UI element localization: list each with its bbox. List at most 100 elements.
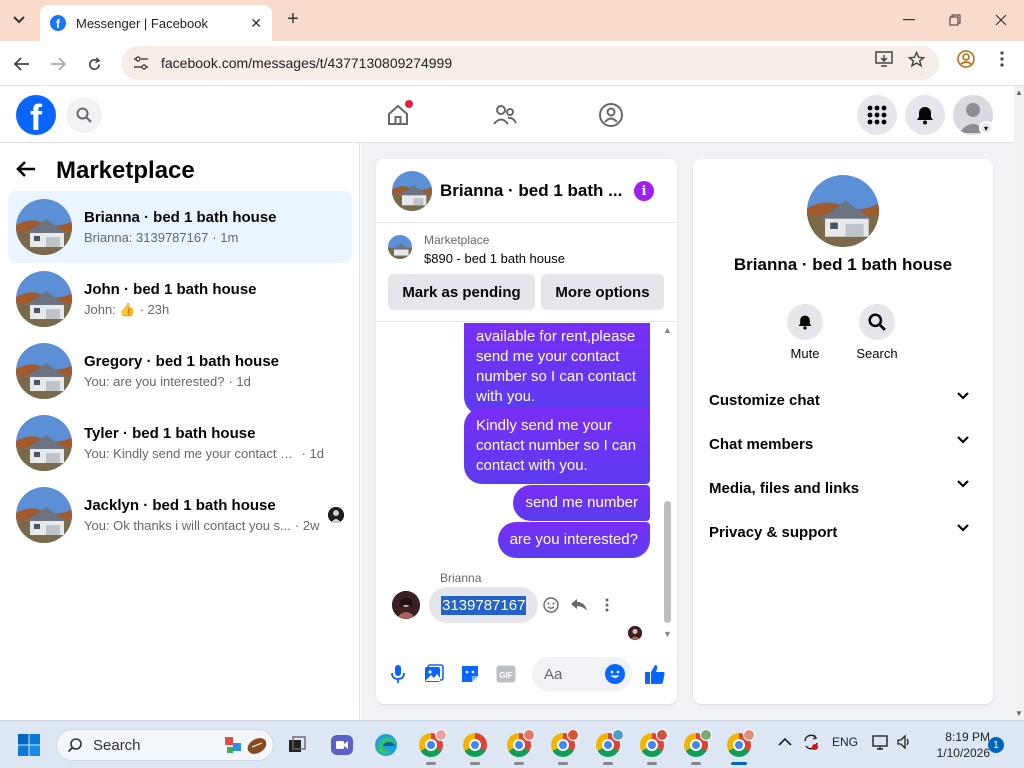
conversation-name: Tyler · bed 1 bath house (84, 425, 256, 442)
search-icon[interactable] (66, 97, 102, 133)
sent-message-bubble[interactable]: Kindly send me your contact number so I … (464, 408, 650, 484)
install-app-icon[interactable] (874, 49, 894, 69)
facebook-favicon-icon: f (50, 15, 66, 31)
site-settings-icon[interactable] (133, 55, 149, 71)
sent-message-bubble[interactable]: send me number (513, 485, 650, 521)
sender-name: Brianna (440, 571, 482, 585)
chat-scroll-up-icon[interactable]: ▲ (663, 325, 672, 335)
profile-account-icon[interactable] (956, 49, 976, 69)
edge-browser-icon[interactable] (372, 731, 400, 759)
show-hidden-icons-chevron-icon[interactable] (778, 735, 792, 749)
meet-icon[interactable] (328, 731, 356, 759)
search-conversation-button[interactable]: Search (847, 304, 907, 361)
volume-icon[interactable] (896, 734, 912, 753)
chat-scroll-thumb[interactable] (664, 501, 671, 623)
friends-icon[interactable] (488, 98, 522, 132)
sender-avatar[interactable] (392, 591, 420, 619)
microphone-icon[interactable] (386, 662, 410, 686)
conversation-item-tyler[interactable]: Tyler · bed 1 bath house You: Kindly sen… (8, 407, 352, 479)
menu-grid-icon[interactable] (857, 95, 897, 135)
conversation-item-gregory[interactable]: Gregory · bed 1 bath house You: are you … (8, 335, 352, 407)
input-language[interactable]: ENG (832, 735, 858, 749)
read-receipt-avatar (628, 626, 642, 640)
notifications-bell-icon[interactable] (905, 95, 945, 135)
received-message-bubble[interactable]: 3139787167 (429, 587, 539, 623)
account-chevron-icon[interactable]: ▾ (979, 121, 993, 135)
conversation-item-john[interactable]: John · bed 1 bath house John: 👍 · 23h (8, 263, 352, 335)
chat-header[interactable]: Brianna · bed 1 bath ... (376, 159, 677, 223)
windows-start-icon[interactable] (17, 733, 41, 757)
thumbs-up-icon[interactable] (643, 662, 667, 686)
window-close-icon[interactable] (986, 6, 1016, 34)
scroll-down-arrow-icon[interactable]: ▼ (1015, 709, 1023, 718)
chat-info-icon[interactable]: i (634, 181, 654, 201)
chrome-profile-1-icon[interactable] (417, 729, 447, 765)
home-icon[interactable] (381, 98, 415, 132)
chat-title: Brianna · bed 1 bath ... (440, 180, 623, 200)
forward-icon[interactable] (45, 51, 71, 77)
back-arrow-icon[interactable] (16, 158, 46, 184)
photo-gallery-icon[interactable] (422, 662, 446, 686)
task-view-icon[interactable] (283, 731, 311, 759)
chat-scroll-down-icon[interactable]: ▼ (663, 629, 672, 639)
privacy-support-section[interactable]: Privacy & support (701, 510, 985, 554)
chrome-profile-5-icon[interactable] (638, 729, 668, 765)
sent-message-bubble[interactable]: are you interested? (497, 522, 650, 558)
chrome-icon[interactable] (461, 731, 489, 765)
minimize-icon[interactable] (894, 6, 924, 34)
listing-avatar[interactable] (807, 175, 879, 247)
tab-close-icon[interactable]: ✕ (250, 15, 262, 32)
sticker-icon[interactable] (458, 662, 482, 686)
chrome-profile-2-icon[interactable] (505, 729, 535, 765)
chrome-profile-4-icon[interactable] (594, 729, 624, 765)
scroll-up-arrow-icon[interactable]: ▲ (1015, 88, 1023, 97)
customize-chat-section[interactable]: Customize chat (701, 378, 985, 422)
more-actions-icon[interactable] (597, 595, 617, 615)
listing-price[interactable]: $890 - bed 1 bath house (424, 251, 565, 266)
house-thumbnail (16, 415, 72, 471)
network-icon[interactable] (872, 734, 890, 753)
mark-as-pending-button[interactable]: Mark as pending (388, 274, 535, 310)
media-files-links-section[interactable]: Media, files and links (701, 466, 985, 510)
emoji-icon[interactable] (605, 664, 625, 684)
tab-search-chevron-icon[interactable] (6, 8, 32, 32)
conversation-item-brianna[interactable]: Brianna · bed 1 bath house Brianna: 3139… (8, 191, 352, 263)
chrome-active-window-icon[interactable] (725, 729, 755, 765)
address-bar[interactable]: facebook.com/messages/t/4377130809274999 (121, 46, 939, 80)
bell-icon (787, 304, 823, 340)
gif-icon[interactable]: GIF (494, 662, 518, 686)
chrome-profile-3-icon[interactable] (549, 729, 579, 765)
new-tab-icon[interactable]: + (282, 8, 304, 32)
browser-tab[interactable]: f Messenger | Facebook ✕ (40, 5, 272, 41)
taskbar-search[interactable]: Search (56, 729, 274, 761)
chat-members-section[interactable]: Chat members (701, 422, 985, 466)
search-icon (859, 304, 895, 340)
conversation-item-jacklyn[interactable]: Jacklyn · bed 1 bath house You: Ok thank… (8, 479, 352, 551)
house-thumbnail (16, 487, 72, 543)
more-options-button[interactable]: More options (541, 274, 664, 310)
reply-icon[interactable] (569, 595, 589, 615)
chevron-down-icon (957, 524, 969, 532)
bookmark-star-icon[interactable] (906, 49, 926, 69)
chat-scrollbar[interactable]: ▲ ▼ (663, 323, 673, 641)
details-name: Brianna · bed 1 bath house (733, 255, 953, 274)
chrome-profile-6-icon[interactable] (682, 729, 712, 765)
groups-icon[interactable] (594, 98, 628, 132)
page-scrollbar[interactable]: ▲ ▼ (1014, 86, 1024, 720)
marketplace-listing-card: Marketplace $890 - bed 1 bath house Mark… (376, 223, 677, 322)
mute-button[interactable]: Mute (775, 304, 835, 361)
system-clock[interactable]: 8:19 PM 1/10/2026 (920, 729, 990, 761)
sent-message-bubble[interactable]: available for rent,please send me your c… (464, 323, 650, 415)
svg-text:GIF: GIF (499, 671, 512, 680)
notification-count-badge[interactable]: 1 (988, 737, 1004, 753)
listing-thumbnail[interactable] (388, 235, 412, 259)
panel-header: Marketplace (16, 157, 195, 185)
restore-icon[interactable] (940, 6, 970, 34)
selected-phone-number[interactable]: 3139787167 (441, 595, 527, 615)
back-icon[interactable] (9, 51, 35, 77)
browser-menu-icon[interactable] (992, 49, 1012, 69)
reload-icon[interactable] (81, 51, 107, 77)
react-emoji-icon[interactable] (541, 595, 561, 615)
facebook-logo-icon[interactable]: f (16, 95, 56, 135)
sync-status-icon[interactable] (802, 733, 820, 754)
